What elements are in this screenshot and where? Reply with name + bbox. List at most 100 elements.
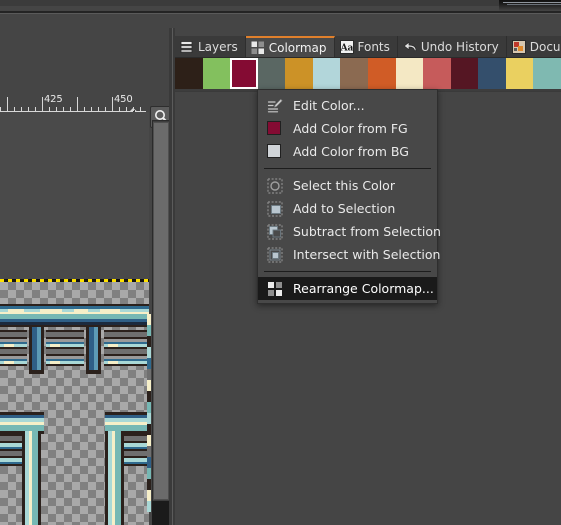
ruler-minor-tick <box>119 107 120 111</box>
canvas-edge-pixel <box>147 402 151 413</box>
dock-tab-label: Fonts <box>357 40 390 54</box>
fonts-icon: Aa <box>339 40 354 54</box>
art-highlight <box>4 361 14 364</box>
colormap-swatch-4[interactable] <box>285 58 313 89</box>
ruler-minor-tick <box>14 107 15 111</box>
menu-item-label: Add Color from FG <box>293 120 408 136</box>
ruler-minor-tick <box>28 107 29 111</box>
menu-item-subtract-from-selection[interactable]: Subtract from Selection <box>258 220 441 243</box>
colormap-swatch-9[interactable] <box>423 58 451 89</box>
colormap-swatch-5[interactable] <box>312 58 341 89</box>
window-edge-highlight-2 <box>507 4 561 5</box>
art-highlight <box>50 344 60 347</box>
ruler-minor-tick <box>98 107 99 111</box>
colormap-context-menu[interactable]: Edit Color... Add Color from FG Add Color … <box>257 89 441 304</box>
canvas-edge-pixel <box>147 391 151 402</box>
pixel-art-image[interactable] <box>0 282 149 525</box>
add-to-selection-icon <box>267 200 283 217</box>
dock-tab-label: Document History <box>529 40 561 54</box>
window-edge-highlight <box>503 2 561 3</box>
art-beam-outline-bot <box>0 325 149 327</box>
horizontal-ruler[interactable]: 425 450 <box>0 94 146 112</box>
art-slat-outline <box>0 364 27 366</box>
select-color-icon <box>267 177 283 194</box>
menu-item-add-color-from-fg[interactable]: Add Color from FG <box>258 117 437 140</box>
canvas-edge-pixel <box>147 314 151 325</box>
ruler-major-tick <box>42 97 43 111</box>
menu-item-rearrange-colormap[interactable]: Rearrange Colormap... <box>258 277 437 300</box>
colormap-swatch-10[interactable] <box>450 58 479 89</box>
canvas-vertical-scrollbar-thumb[interactable] <box>153 122 169 500</box>
dock-tab-bar[interactable]: Layers Colormap Aa Fonts Undo History Do… <box>175 36 561 58</box>
canvas-viewport[interactable] <box>0 112 149 525</box>
ruler-minor-tick <box>126 107 127 111</box>
art-highlight <box>108 361 118 364</box>
editor-right-gutter-line <box>172 28 173 525</box>
dock-tab-undo-history[interactable]: Undo History <box>397 36 507 58</box>
canvas-edge-pixel <box>147 490 151 501</box>
layers-icon <box>180 40 194 54</box>
menu-item-select-this-color[interactable]: Select this Color <box>258 174 437 197</box>
art-highlight <box>50 361 60 364</box>
colormap-swatch-1[interactable] <box>202 58 231 89</box>
art-highlight <box>8 309 24 312</box>
colormap-swatch-8[interactable] <box>395 58 424 89</box>
canvas-padding-area <box>0 112 149 281</box>
canvas-edge-pixel <box>147 413 151 424</box>
ruler-minor-tick <box>140 107 141 111</box>
colormap-swatch-6[interactable] <box>340 58 368 89</box>
ruler-major-tick <box>77 97 78 111</box>
colormap-swatch-12[interactable] <box>505 58 534 89</box>
art-pocket-outline <box>0 464 22 466</box>
art-highlight <box>74 309 88 312</box>
menu-item-label: Add Color from BG <box>293 143 409 159</box>
art-slat-outline <box>46 364 84 366</box>
menu-item-edit-color[interactable]: Edit Color... <box>258 94 437 117</box>
colormap-swatch-row[interactable] <box>175 58 561 89</box>
art-highlight <box>40 309 62 312</box>
menu-separator <box>264 271 431 272</box>
dock-tab-layers[interactable]: Layers <box>175 36 246 58</box>
dock-tab-colormap[interactable]: Colormap <box>245 36 335 58</box>
menu-item-add-to-selection[interactable]: Add to Selection <box>258 197 437 220</box>
ruler-minor-tick <box>91 107 92 111</box>
menu-item-add-color-from-bg[interactable]: Add Color from BG <box>258 140 437 163</box>
ruler-minor-tick <box>63 107 64 111</box>
image-editor-pane: 425 450 <box>0 14 175 525</box>
canvas-edge-pixel <box>147 369 151 380</box>
menu-item-intersect-with-selection[interactable]: Intersect with Selection <box>258 243 441 266</box>
ruler-label: 425 <box>44 94 63 105</box>
canvas-edge-pixel <box>147 347 151 358</box>
gimp-window: 425 450 Layers Colormap Aa Fonts Undo Hi… <box>0 0 561 525</box>
dock-tab-label: Colormap <box>268 41 327 55</box>
colormap-swatch-11[interactable] <box>478 58 506 89</box>
ruler-label: 450 <box>114 94 133 105</box>
menu-item-label: Subtract from Selection <box>293 223 441 239</box>
menu-item-label: Add to Selection <box>293 200 396 216</box>
canvas-edge-pixel <box>147 435 151 446</box>
canvas-color-edge-strip <box>147 314 151 512</box>
canvas-edge-pixel <box>147 336 151 347</box>
colormap-swatch-7[interactable] <box>367 58 396 89</box>
ruler-minor-tick <box>0 107 1 111</box>
art-slat-outline <box>104 364 149 366</box>
ruler-minor-tick <box>105 107 106 111</box>
menu-item-label: Intersect with Selection <box>293 246 441 262</box>
colormap-swatch-2[interactable] <box>230 58 258 89</box>
ruler-minor-tick <box>56 107 57 111</box>
art-column-outline-right <box>98 327 101 370</box>
colormap-icon <box>251 41 265 55</box>
colormap-swatch-0[interactable] <box>175 58 203 89</box>
canvas-edge-pixel <box>147 501 151 512</box>
canvas-edge-pixel <box>147 424 151 435</box>
art-highlight <box>108 344 118 347</box>
ruler-minor-tick <box>70 107 71 111</box>
ruler-minor-tick <box>84 107 85 111</box>
dock-tab-document-history[interactable]: Document History <box>506 36 561 58</box>
canvas-edge-pixel <box>147 457 151 468</box>
ruler-minor-tick <box>21 107 22 111</box>
colormap-swatch-3[interactable] <box>257 58 286 89</box>
art-pipe-leg-outline2 <box>38 431 41 525</box>
colormap-swatch-13[interactable] <box>533 58 561 89</box>
dock-tab-fonts[interactable]: Aa Fonts <box>334 36 398 58</box>
